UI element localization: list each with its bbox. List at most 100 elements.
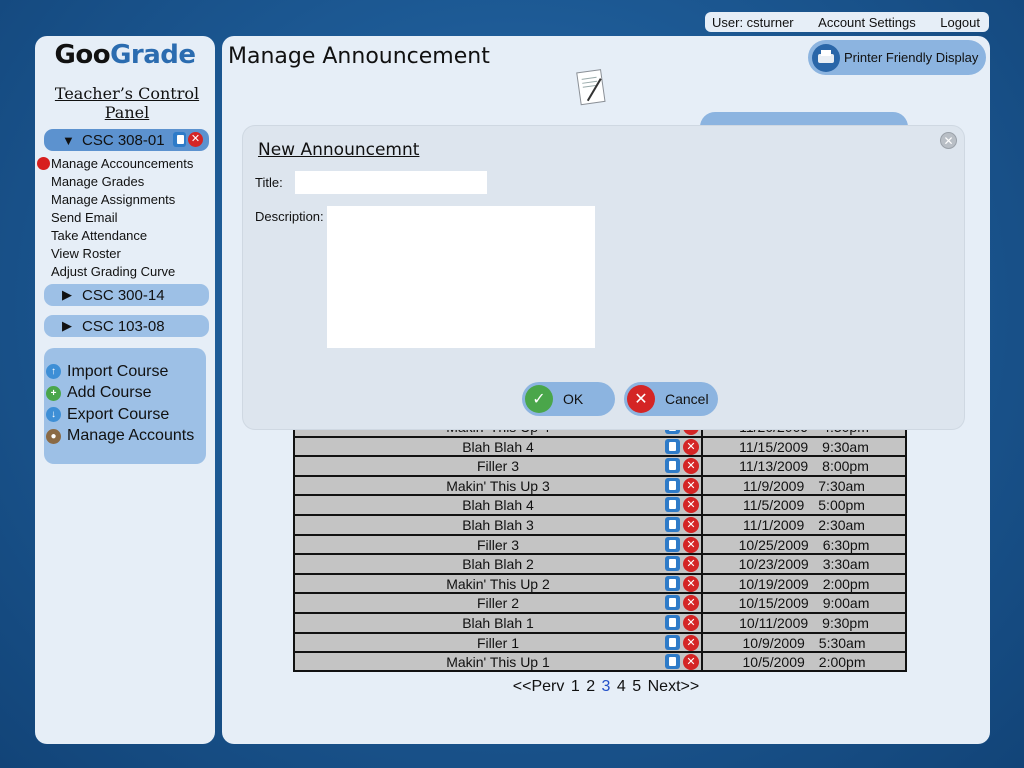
course-csc-103-08[interactable]: ▶ CSC 103-08 bbox=[44, 315, 209, 337]
title-input[interactable] bbox=[295, 171, 487, 194]
selected-bullet-icon bbox=[37, 157, 50, 170]
row-title: Makin' This Up 1 ✕ bbox=[295, 653, 701, 670]
document-icon bbox=[576, 69, 606, 106]
page-link[interactable]: 5 bbox=[632, 678, 641, 695]
cancel-label: Cancel bbox=[665, 391, 709, 407]
plus-icon: + bbox=[46, 385, 61, 401]
edit-icon[interactable] bbox=[665, 438, 680, 454]
delete-icon[interactable]: ✕ bbox=[683, 477, 699, 494]
course-csc-300-14[interactable]: ▶ CSC 300-14 bbox=[44, 284, 209, 306]
row-date: 11/13/2009 8:00pm bbox=[701, 457, 905, 475]
row-title: Filler 2 ✕ bbox=[295, 594, 701, 612]
delete-icon[interactable]: ✕ bbox=[683, 438, 699, 455]
prev-page-link[interactable]: <<Perv bbox=[513, 678, 565, 695]
page-title: Manage Announcement bbox=[228, 44, 490, 69]
row-title: Filler 1 ✕ bbox=[295, 634, 701, 652]
delete-icon[interactable]: ✕ bbox=[683, 615, 699, 631]
row-date: 11/9/2009 7:30am bbox=[701, 476, 905, 495]
row-title: Filler 3 ✕ bbox=[295, 457, 701, 475]
menu-item-adjust-grading-curve[interactable]: Adjust Grading Curve bbox=[51, 263, 193, 281]
delete-icon[interactable]: ✕ bbox=[683, 654, 699, 670]
menu-item-view-roster[interactable]: View Roster bbox=[51, 245, 193, 263]
edit-icon[interactable] bbox=[665, 536, 680, 552]
page-link[interactable]: 2 bbox=[586, 678, 595, 695]
table-row: Blah Blah 4 ✕ 11/15/2009 9:30am bbox=[295, 437, 905, 458]
edit-icon[interactable] bbox=[665, 497, 680, 513]
delete-icon[interactable]: ✕ bbox=[683, 458, 699, 475]
course-label: CSC 308-01 bbox=[82, 131, 165, 149]
printer-friendly-button[interactable]: Printer Friendly Display bbox=[808, 40, 986, 75]
row-title: Makin' This Up 3 ✕ bbox=[295, 477, 701, 495]
menu-item-manage-assignments[interactable]: Manage Assignments bbox=[51, 191, 193, 209]
edit-icon[interactable] bbox=[665, 556, 680, 572]
course-label: CSC 103-08 bbox=[82, 317, 165, 335]
table-row: Blah Blah 3 ✕ 11/1/2009 2:30am bbox=[295, 516, 905, 536]
row-date: 10/19/2009 2:00pm bbox=[701, 574, 905, 593]
close-icon[interactable]: ✕ bbox=[940, 132, 957, 149]
delete-icon[interactable]: ✕ bbox=[683, 634, 699, 651]
row-date: 10/5/2009 2:00pm bbox=[701, 653, 905, 670]
ok-label: OK bbox=[563, 391, 584, 407]
edit-icon[interactable] bbox=[665, 615, 680, 630]
delete-icon[interactable]: ✕ bbox=[683, 497, 699, 514]
import-course-label: Import Course bbox=[67, 362, 169, 380]
row-title: Makin' This Up 2 ✕ bbox=[295, 575, 701, 593]
edit-icon[interactable] bbox=[665, 477, 680, 493]
upload-icon: ↑ bbox=[46, 364, 61, 380]
course-csc-308-01[interactable]: ▼ CSC 308-01 ✕ bbox=[44, 129, 209, 151]
delete-icon[interactable]: ✕ bbox=[683, 575, 699, 592]
download-icon: ↓ bbox=[46, 407, 61, 423]
expanded-arrow-icon: ▼ bbox=[62, 132, 75, 148]
edit-icon[interactable] bbox=[665, 654, 680, 670]
edit-icon[interactable] bbox=[665, 595, 680, 611]
row-date: 10/9/2009 5:30am bbox=[701, 633, 905, 652]
import-course-button[interactable]: ↑ Import Course bbox=[46, 361, 206, 383]
row-date: 11/15/2009 9:30am bbox=[701, 437, 905, 456]
description-input[interactable] bbox=[327, 206, 595, 348]
delete-icon[interactable]: ✕ bbox=[683, 536, 699, 553]
ok-button[interactable]: ✓ OK bbox=[522, 382, 615, 416]
menu-item-manage-grades[interactable]: Manage Grades bbox=[51, 173, 193, 191]
user-label: User: csturner bbox=[712, 14, 794, 30]
table-row: Filler 2 ✕ 10/15/2009 9:00am bbox=[295, 594, 905, 614]
account-settings-link[interactable]: Account Settings bbox=[818, 15, 916, 30]
edit-icon[interactable] bbox=[665, 634, 680, 650]
collapsed-arrow-icon: ▶ bbox=[62, 318, 72, 333]
menu-item-manage-announcements[interactable]: Manage Accouncements bbox=[51, 155, 193, 173]
edit-icon[interactable] bbox=[665, 458, 680, 474]
table-row: Makin' This Up 2 ✕ 10/19/2009 2:00pm bbox=[295, 574, 905, 595]
next-page-link[interactable]: Next>> bbox=[648, 678, 700, 695]
page-link-current[interactable]: 3 bbox=[602, 678, 611, 695]
printer-icon bbox=[812, 43, 840, 72]
row-date: 11/5/2009 5:00pm bbox=[701, 496, 905, 514]
edit-icon[interactable] bbox=[173, 132, 186, 147]
dialog-title: New Announcemnt bbox=[258, 140, 420, 160]
pagination: <<Perv 1 2 3 4 5 Next>> bbox=[222, 678, 990, 696]
course-actions: ↑ Import Course + Add Course ↓ Export Co… bbox=[44, 348, 206, 464]
cancel-button[interactable]: ✕ Cancel bbox=[624, 382, 718, 416]
table-row: Makin' This Up 3 ✕ 11/9/2009 7:30am bbox=[295, 476, 905, 497]
row-date: 11/1/2009 2:30am bbox=[701, 516, 905, 534]
manage-accounts-button[interactable]: ● Manage Accounts bbox=[46, 426, 206, 448]
page-link[interactable]: 1 bbox=[571, 678, 580, 695]
edit-icon[interactable] bbox=[665, 517, 680, 532]
logout-link[interactable]: Logout bbox=[940, 15, 980, 30]
page-link[interactable]: 4 bbox=[617, 678, 626, 695]
edit-icon[interactable] bbox=[665, 575, 680, 591]
delete-icon[interactable]: ✕ bbox=[683, 517, 699, 533]
add-course-button[interactable]: + Add Course bbox=[46, 383, 206, 405]
table-row: Blah Blah 2 ✕ 10/23/2009 3:30am bbox=[295, 555, 905, 575]
delete-icon[interactable]: ✕ bbox=[683, 595, 699, 612]
row-date: 10/25/2009 6:30pm bbox=[701, 535, 905, 554]
delete-icon[interactable]: ✕ bbox=[188, 132, 203, 147]
row-title: Blah Blah 4 ✕ bbox=[295, 438, 701, 456]
row-title: Blah Blah 3 ✕ bbox=[295, 516, 701, 534]
table-row: Filler 3 ✕ 11/13/2009 8:00pm bbox=[295, 457, 905, 477]
menu-item-send-email[interactable]: Send Email bbox=[51, 209, 193, 227]
manage-accounts-label: Manage Accounts bbox=[67, 427, 195, 445]
export-course-button[interactable]: ↓ Export Course bbox=[46, 404, 206, 426]
title-label: Title: bbox=[255, 175, 283, 190]
table-row: Blah Blah 1 ✕ 10/11/2009 9:30pm bbox=[295, 614, 905, 634]
menu-item-take-attendance[interactable]: Take Attendance bbox=[51, 227, 193, 245]
delete-icon[interactable]: ✕ bbox=[683, 556, 699, 573]
